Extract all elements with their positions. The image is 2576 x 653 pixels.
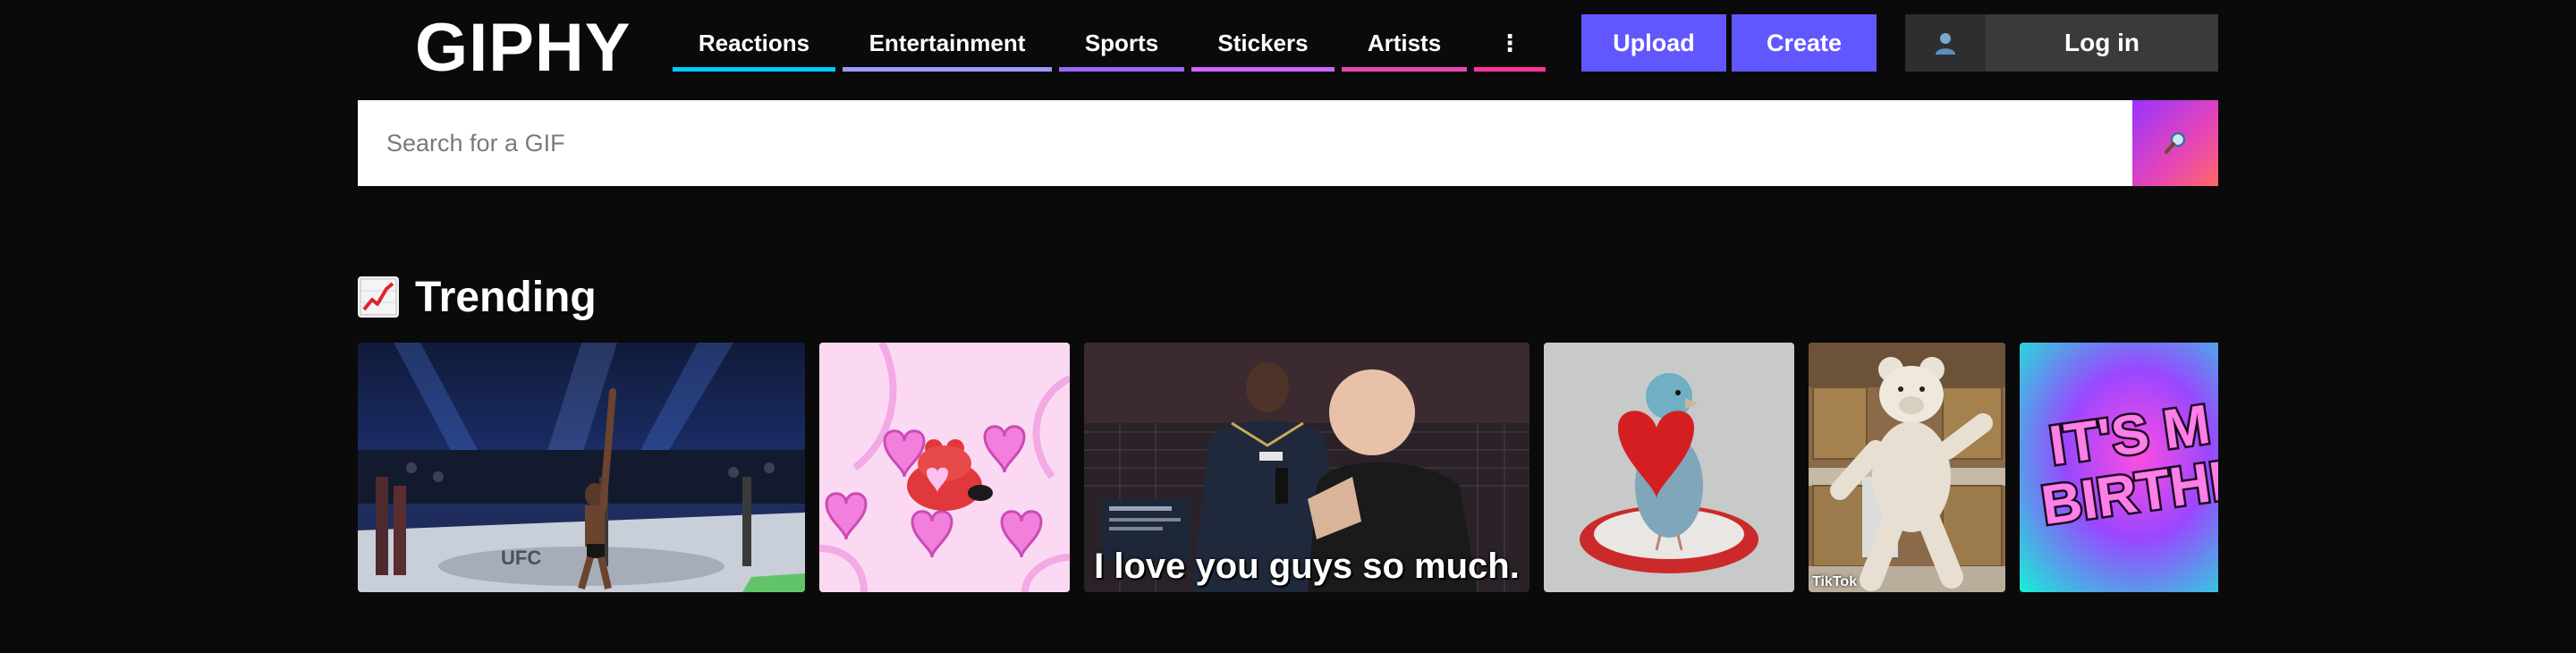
nav-label-entertainment: Entertainment: [869, 29, 1026, 56]
search-bar: [358, 100, 2218, 186]
giphy-logo[interactable]: GIPHY: [415, 11, 631, 86]
gif-card[interactable]: [819, 343, 1070, 592]
nav-underline: [1059, 67, 1184, 72]
nav-underline: [1191, 67, 1335, 72]
user-avatar-icon: [1936, 33, 1955, 55]
gif-bird-with-heart: [1544, 343, 1794, 592]
gif-pink-hearts: [819, 343, 1070, 592]
gif-birthday: IT'S M BIRTHD: [2020, 343, 2218, 592]
gif-card[interactable]: TikTok: [1809, 343, 2005, 592]
search-button[interactable]: [2132, 100, 2218, 186]
gif-card[interactable]: UFC: [358, 343, 805, 592]
nav-label-sports: Sports: [1084, 29, 1159, 56]
svg-text:UFC: UFC: [501, 547, 541, 569]
login-label: Log in: [2064, 29, 2140, 56]
avatar: [1905, 14, 1986, 72]
upload-button[interactable]: Upload: [1581, 14, 1726, 72]
nav-underline: [843, 67, 1052, 72]
nav-underline: [673, 67, 835, 72]
header: GIPHY Reactions Entertainment Sports Sti…: [358, 0, 2218, 86]
gif-card[interactable]: I love you guys so much.: [1084, 343, 1530, 592]
gif-dancing-bear: [1809, 343, 2005, 592]
nav-stickers[interactable]: Stickers: [1191, 14, 1335, 72]
nav-entertainment[interactable]: Entertainment: [843, 14, 1052, 72]
page: GIPHY Reactions Entertainment Sports Sti…: [358, 0, 2218, 653]
nav-reactions[interactable]: Reactions: [673, 14, 835, 72]
chart-increasing-icon: [358, 276, 399, 318]
nav-label-stickers: Stickers: [1217, 29, 1309, 56]
login-button[interactable]: Log in: [1905, 14, 2218, 72]
nav-underline: [1342, 67, 1467, 72]
gif-fighter-celebrating: UFC: [358, 343, 805, 592]
nav-sports[interactable]: Sports: [1059, 14, 1184, 72]
nav-more-button[interactable]: ⋮: [1474, 14, 1546, 72]
create-button[interactable]: Create: [1732, 14, 1877, 72]
gif-card[interactable]: IT'S M BIRTHD: [2020, 343, 2218, 592]
more-dots-icon: ⋮: [1498, 29, 1521, 56]
nav-underline: [1474, 67, 1546, 72]
trending-title: Trending: [415, 273, 597, 321]
nav-artists[interactable]: Artists: [1342, 14, 1467, 72]
search-magnifier-icon: [2165, 131, 2186, 154]
gif-watermark: TikTok: [1812, 574, 1858, 589]
trending-carousel: UFC I love you guys so much. TikTok IT'S…: [358, 343, 2218, 592]
gif-caption: I love you guys so much.: [1094, 547, 1520, 586]
trending-header: Trending: [358, 270, 597, 324]
nav-label-artists: Artists: [1367, 29, 1442, 56]
nav-label-reactions: Reactions: [698, 29, 810, 56]
search-input[interactable]: [358, 100, 2132, 186]
gif-card[interactable]: [1544, 343, 1794, 592]
